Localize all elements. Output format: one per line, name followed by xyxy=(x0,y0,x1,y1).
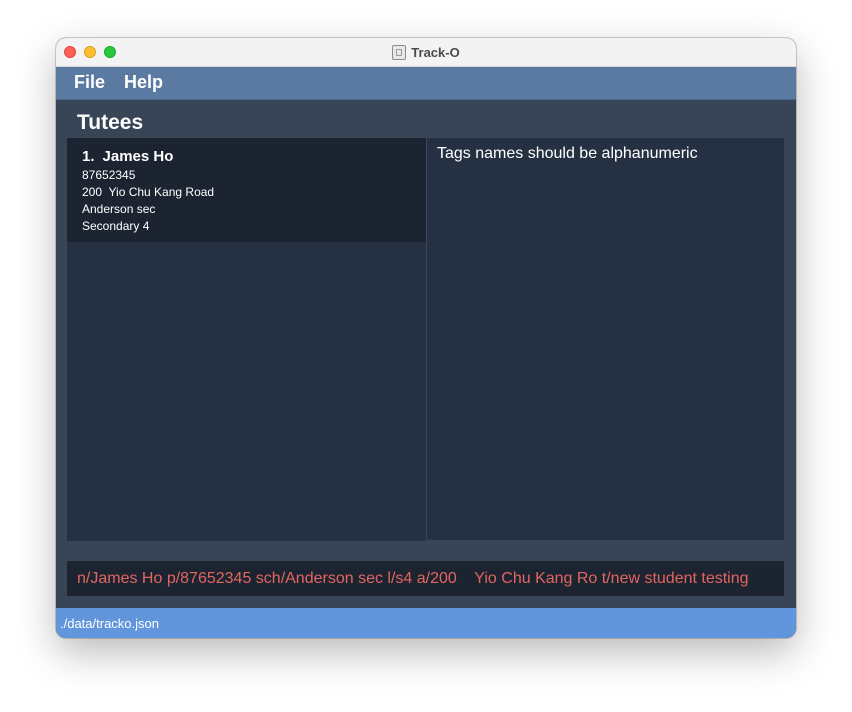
result-display: Tags names should be alphanumeric xyxy=(427,138,784,540)
tutee-phone: 87652345 xyxy=(82,168,136,182)
tutee-name: James Ho xyxy=(102,148,174,165)
tutee-card[interactable]: 1. James Ho 87652345 200 Yio Chu Kang Roa… xyxy=(67,138,426,242)
menu-bar: File Help xyxy=(56,67,796,100)
app-window: Track-O File Help Tutees 1. James Ho 8765… xyxy=(56,38,796,638)
menu-file[interactable]: File xyxy=(74,72,105,93)
tutee-school: Anderson sec xyxy=(82,202,156,216)
tutees-heading: Tutees xyxy=(77,111,144,134)
tutee-name-row: 1. James Ho xyxy=(82,148,173,165)
menu-help[interactable]: Help xyxy=(124,72,163,93)
tutee-index: 1. xyxy=(82,148,95,165)
command-box[interactable] xyxy=(67,561,784,596)
tutee-list[interactable]: 1. James Ho 87652345 200 Yio Chu Kang Roa… xyxy=(67,138,427,541)
save-file-path: ./data/tracko.json xyxy=(60,616,159,631)
command-input[interactable] xyxy=(67,561,784,596)
window-title: Track-O xyxy=(411,44,460,60)
tutee-address: 200 Yio Chu Kang Road xyxy=(82,185,215,199)
title-bar[interactable]: Track-O xyxy=(56,38,796,67)
status-bar: ./data/tracko.json xyxy=(56,608,796,638)
tutee-level: Secondary 4 xyxy=(82,219,150,233)
app-icon xyxy=(392,44,407,60)
result-message: Tags names should be alphanumeric xyxy=(437,145,698,162)
title-group: Track-O xyxy=(56,38,796,66)
